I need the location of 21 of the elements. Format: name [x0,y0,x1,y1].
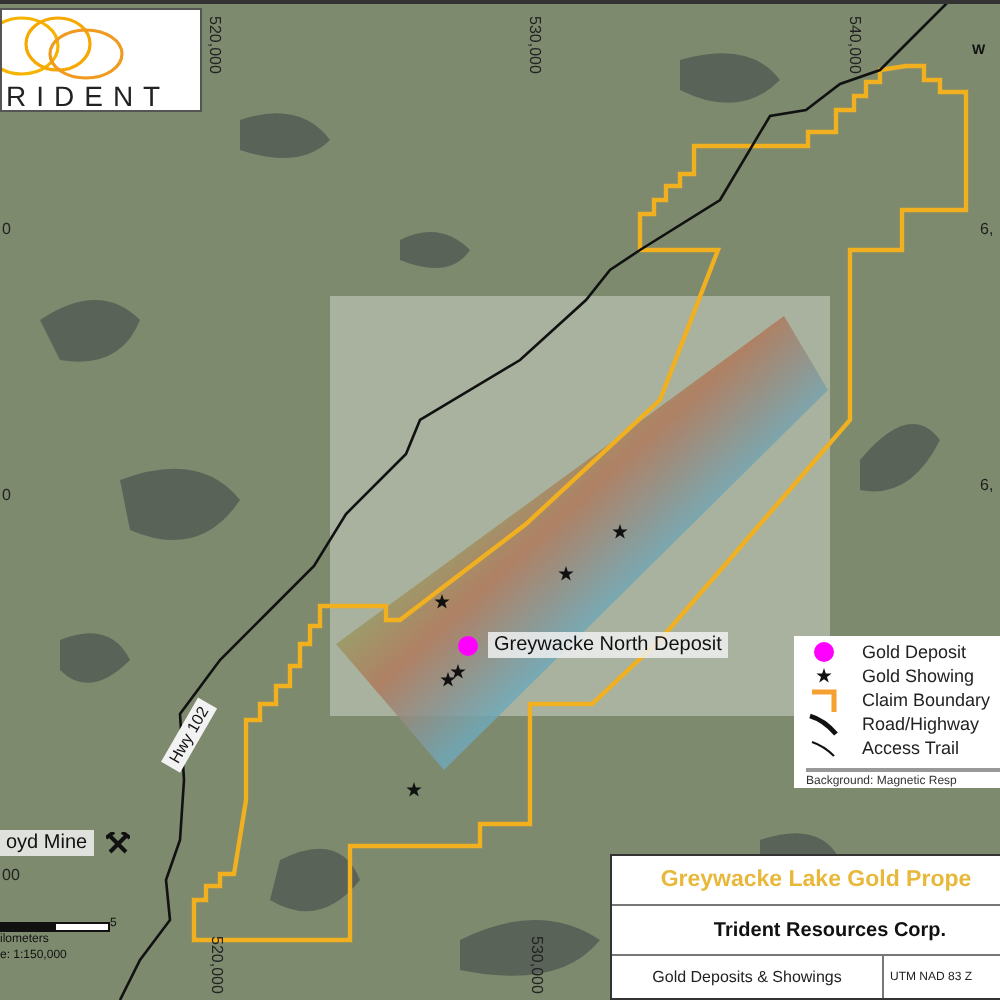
map-subtitle: Gold Deposits & Showings [612,956,884,998]
mine-label: oyd Mine [0,830,94,856]
logo-text: RIDENT [6,82,171,110]
legend-label: Claim Boundary [862,690,991,710]
company-name: Trident Resources Corp. [711,919,947,941]
grid-coordinate: 0 [2,486,11,504]
legend-label: Gold Deposit [862,642,967,662]
legend-label: Road/Highway [862,714,980,734]
map-title: Greywacke Lake Gold Prope [658,868,972,892]
grid-coordinate: 6, [980,476,994,494]
grid-coordinate: 540,000 [846,16,864,74]
grid-coordinate: 530,000 [526,16,544,74]
grid-coordinate: 530,000 [528,936,546,994]
grid-coordinate: 6, [980,220,994,238]
grid-coordinate: 0 [2,220,11,238]
grid-coordinate: 00 [2,866,20,884]
legend-label: Gold Showing [862,666,975,686]
grid-coordinate: 520,000 [208,936,226,994]
grid-coordinate: 520,000 [206,16,224,74]
deposit-label: Greywacke North Deposit [488,632,728,658]
legend-label: Access Trail [862,738,960,758]
